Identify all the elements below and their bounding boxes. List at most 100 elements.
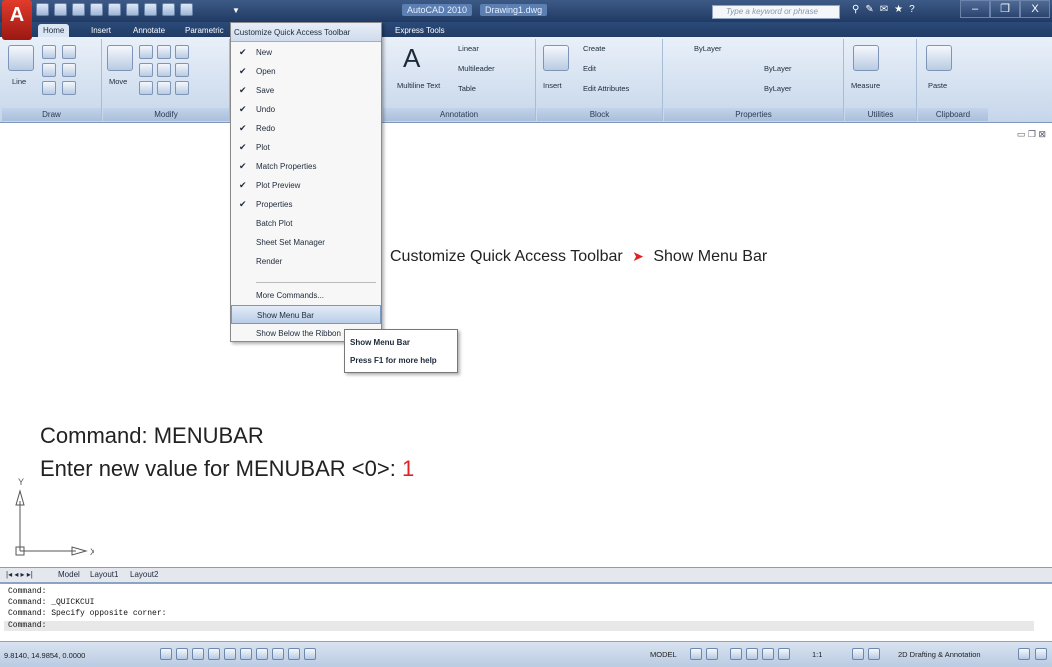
new-icon[interactable] xyxy=(36,3,49,16)
multiline-text-icon[interactable]: A xyxy=(403,43,420,74)
annotation-visibility-icon[interactable] xyxy=(852,648,864,660)
showmotion-icon[interactable] xyxy=(778,648,790,660)
subscription-icon[interactable]: ✎ xyxy=(865,4,873,15)
tab-express-tools[interactable]: Express Tools xyxy=(390,24,450,37)
qat-menu-item-render[interactable]: Render xyxy=(231,252,381,271)
edit-attributes-button[interactable]: Edit Attributes xyxy=(583,84,629,93)
tab-home[interactable]: Home xyxy=(38,24,70,37)
save-icon[interactable] xyxy=(72,3,85,16)
quick-view-layouts-icon[interactable] xyxy=(690,648,702,660)
clean-screen-icon[interactable] xyxy=(1035,648,1047,660)
draw-panel-title[interactable]: Draw xyxy=(2,108,101,121)
drawing-area[interactable]: ▭ ❐ ⊠ Customize Quick Access Toolbar ➤ S… xyxy=(0,123,1052,567)
qat-menu-item-sheet-set-manager[interactable]: Sheet Set Manager xyxy=(231,233,381,252)
move-icon[interactable] xyxy=(107,45,133,71)
ellipse-icon[interactable] xyxy=(42,81,56,95)
object-snap-tracking-icon[interactable] xyxy=(240,648,252,660)
modify-panel-title[interactable]: Modify xyxy=(103,108,229,121)
clipboard-panel-title[interactable]: Clipboard xyxy=(918,108,988,121)
favorites-icon[interactable]: ★ xyxy=(894,4,903,15)
offset-icon[interactable] xyxy=(175,81,189,95)
create-block-button[interactable]: Create xyxy=(583,44,606,53)
plot-preview-icon[interactable] xyxy=(162,3,175,16)
properties-panel-title[interactable]: Properties xyxy=(664,108,843,121)
measure-icon[interactable] xyxy=(853,45,879,71)
qat-menu-item-show-menu-bar[interactable]: Show Menu Bar xyxy=(231,305,381,324)
communication-icon[interactable]: ✉ xyxy=(880,4,888,15)
annotation-panel-title[interactable]: Annotation xyxy=(383,108,535,121)
lock-icon[interactable] xyxy=(1018,648,1030,660)
model-space-toggle[interactable]: MODEL xyxy=(650,650,677,659)
lineweight-dropdown[interactable]: ByLayer xyxy=(764,84,792,93)
arc-icon[interactable] xyxy=(62,45,76,59)
qat-menu-item-match-properties[interactable]: ✔ Match Properties xyxy=(231,157,381,176)
trim-icon[interactable] xyxy=(157,45,171,59)
search-input[interactable]: Type a keyword or phrase xyxy=(712,5,840,19)
application-menu-button[interactable]: A xyxy=(2,0,32,40)
paste-icon[interactable] xyxy=(926,45,952,71)
properties-icon[interactable] xyxy=(180,3,193,16)
color-dropdown[interactable]: ByLayer xyxy=(694,44,722,53)
auto-scale-icon[interactable] xyxy=(868,648,880,660)
lineweight-icon[interactable] xyxy=(288,648,300,660)
array-icon[interactable] xyxy=(157,81,171,95)
insert-block-icon[interactable] xyxy=(543,45,569,71)
binoculars-icon[interactable]: ⚲ xyxy=(852,4,859,15)
tab-parametric[interactable]: Parametric xyxy=(180,24,229,37)
scale-icon[interactable] xyxy=(139,81,153,95)
qat-menu-item-properties[interactable]: ✔ Properties xyxy=(231,195,381,214)
open-icon[interactable] xyxy=(54,3,67,16)
qat-dropdown-arrow-icon[interactable]: ▼ xyxy=(232,6,240,15)
polar-tracking-icon[interactable] xyxy=(208,648,220,660)
maximize-button[interactable]: ❐ xyxy=(990,0,1020,18)
rotate-icon[interactable] xyxy=(139,45,153,59)
copy-icon[interactable] xyxy=(175,45,189,59)
qat-menu-item-more-commands[interactable]: More Commands... xyxy=(231,286,381,305)
qat-menu-item-save[interactable]: ✔ Save xyxy=(231,81,381,100)
command-window[interactable]: Command: Command: _QUICKCUI Command: Spe… xyxy=(0,582,1052,639)
tab-layout2[interactable]: Layout2 xyxy=(130,570,158,579)
rectangle-icon[interactable] xyxy=(62,63,76,77)
qat-menu-item-open[interactable]: ✔ Open xyxy=(231,62,381,81)
redo-icon[interactable] xyxy=(108,3,121,16)
qat-menu-item-redo[interactable]: ✔ Redo xyxy=(231,119,381,138)
tab-model[interactable]: Model xyxy=(58,570,80,579)
line-icon[interactable] xyxy=(8,45,34,71)
stretch-icon[interactable] xyxy=(175,63,189,77)
plot-icon[interactable] xyxy=(126,3,139,16)
workspace-switcher[interactable]: 2D Drafting & Annotation xyxy=(898,650,981,659)
zoom-icon[interactable] xyxy=(746,648,758,660)
pan-icon[interactable] xyxy=(730,648,742,660)
help-icon[interactable]: ? xyxy=(909,4,915,15)
multileader-button[interactable]: Multileader xyxy=(458,64,495,73)
table-button[interactable]: Table xyxy=(458,84,476,93)
linear-dim-button[interactable]: Linear xyxy=(458,44,479,53)
match-properties-icon[interactable] xyxy=(144,3,157,16)
polyline-icon[interactable] xyxy=(42,45,56,59)
tab-nav-arrows-icon[interactable]: |◂ ◂ ▸ ▸| xyxy=(6,570,33,579)
tab-insert[interactable]: Insert xyxy=(86,24,116,37)
circle-icon[interactable] xyxy=(42,63,56,77)
block-panel-title[interactable]: Block xyxy=(537,108,662,121)
utilities-panel-title[interactable]: Utilities xyxy=(845,108,916,121)
qat-menu-item-plot[interactable]: ✔ Plot xyxy=(231,138,381,157)
edit-block-button[interactable]: Edit xyxy=(583,64,596,73)
mirror-icon[interactable] xyxy=(139,63,153,77)
quick-view-drawings-icon[interactable] xyxy=(706,648,718,660)
tab-layout1[interactable]: Layout1 xyxy=(90,570,118,579)
object-snap-icon[interactable] xyxy=(224,648,236,660)
fillet-icon[interactable] xyxy=(157,63,171,77)
command-input[interactable]: Command: xyxy=(4,621,1034,631)
qat-menu-item-undo[interactable]: ✔ Undo xyxy=(231,100,381,119)
qat-menu-item-plot-preview[interactable]: ✔ Plot Preview xyxy=(231,176,381,195)
annotation-scale[interactable]: 1:1 xyxy=(812,650,822,659)
dynamic-input-icon[interactable] xyxy=(272,648,284,660)
snap-mode-icon[interactable] xyxy=(160,648,172,660)
steeringwheel-icon[interactable] xyxy=(762,648,774,660)
quick-properties-icon[interactable] xyxy=(304,648,316,660)
undo-icon[interactable] xyxy=(90,3,103,16)
dynamic-ucs-icon[interactable] xyxy=(256,648,268,660)
linetype-dropdown[interactable]: ByLayer xyxy=(764,64,792,73)
close-button[interactable]: X xyxy=(1020,0,1050,18)
qat-menu-item-batch-plot[interactable]: Batch Plot xyxy=(231,214,381,233)
